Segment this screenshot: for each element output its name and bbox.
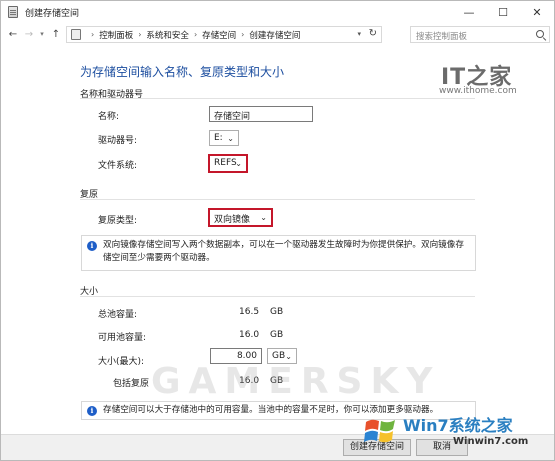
up-arrow-icon[interactable]: ↑ <box>49 26 63 42</box>
breadcrumb-item-system-security[interactable]: 系统和安全 <box>146 29 189 41</box>
title-bar: 创建存储空间 — ☐ ✕ <box>1 1 554 23</box>
available-pool-capacity-label: 可用池容量: <box>98 333 147 343</box>
resiliency-type-select[interactable]: 双向镜像 ⌄ <box>208 208 273 227</box>
win7-brand-text: Win7系统之家 <box>403 416 513 435</box>
window-title: 创建存储空间 <box>25 9 80 19</box>
window: 创建存储空间 — ☐ ✕ ← → ▾ ↑ › 控制面板 › 系统和安全 › 存储… <box>0 0 555 461</box>
refresh-icon[interactable]: ↻ <box>369 28 377 39</box>
forward-arrow-icon[interactable]: → <box>22 26 36 42</box>
breadcrumb-chevron-icon[interactable]: › <box>138 30 141 39</box>
gamersky-watermark: GAMERSKY <box>151 361 441 402</box>
page-title: 为存储空间输入名称、复原类型和大小 <box>80 65 285 79</box>
chevron-down-icon: ⌄ <box>235 159 242 168</box>
total-pool-capacity-label: 总池容量: <box>98 310 138 320</box>
recent-locations-chevron-icon[interactable]: ▾ <box>37 26 47 42</box>
breadcrumb: › 控制面板 › 系统和安全 › 存储空间 › 创建存储空间 <box>86 29 300 41</box>
drive-letter-label: 驱动器号: <box>98 136 138 146</box>
file-system-label: 文件系统: <box>98 161 138 171</box>
available-pool-capacity-unit: GB <box>270 330 284 340</box>
chevron-down-icon: ⌄ <box>227 134 234 143</box>
maximize-button[interactable]: ☐ <box>486 1 520 23</box>
ithome-url: www.ithome.com <box>439 86 517 96</box>
breadcrumb-item-storage-spaces[interactable]: 存储空间 <box>202 29 236 41</box>
search-input[interactable]: 搜索控制面板 <box>410 26 550 43</box>
total-pool-capacity-value: 16.5 <box>239 307 260 317</box>
address-bar[interactable]: › 控制面板 › 系统和安全 › 存储空间 › 创建存储空间 ▾ ↻ <box>66 26 382 43</box>
drive-letter-select[interactable]: E: ⌄ <box>209 130 239 146</box>
storage-app-icon <box>8 6 18 18</box>
breadcrumb-chevron-icon[interactable]: › <box>241 30 244 39</box>
name-field[interactable]: 存储空间 <box>209 106 313 122</box>
control-panel-icon <box>71 29 81 40</box>
search-placeholder: 搜索控制面板 <box>416 32 468 42</box>
drive-letter-value: E: <box>214 133 223 143</box>
search-icon[interactable] <box>536 30 544 38</box>
windows-flag-icon <box>364 419 395 443</box>
resiliency-type-label: 复原类型: <box>98 216 138 226</box>
back-arrow-icon[interactable]: ← <box>6 26 20 42</box>
win7-site-text: Winwin7.com <box>453 436 529 447</box>
max-size-label: 大小(最大): <box>98 357 145 367</box>
divider <box>80 199 475 200</box>
info-icon: i <box>87 406 97 416</box>
total-pool-capacity-unit: GB <box>270 307 284 317</box>
breadcrumb-chevron-icon: › <box>91 30 95 39</box>
available-pool-capacity-value: 16.0 <box>239 330 260 340</box>
size-unit-value: GB <box>272 351 286 361</box>
resiliency-type-value: 双向镜像 <box>214 215 251 225</box>
win7-watermark: Win7系统之家 Winwin7.com <box>363 406 553 458</box>
divider <box>80 296 475 297</box>
resiliency-info-box: i 双向镜像存储空间写入两个数据副本，可以在一个驱动器发生故障时为你提供保护。双… <box>81 235 476 271</box>
breadcrumb-item-control-panel[interactable]: 控制面板 <box>99 29 133 41</box>
resiliency-info-text: 双向镜像存储空间写入两个数据副本，可以在一个驱动器发生故障时为你提供保护。双向镜… <box>103 240 464 263</box>
name-label: 名称: <box>98 112 120 122</box>
breadcrumb-item-create-space[interactable]: 创建存储空间 <box>249 29 300 41</box>
breadcrumb-chevron-icon[interactable]: › <box>194 30 197 39</box>
navigation-bar: ← → ▾ ↑ › 控制面板 › 系统和安全 › 存储空间 › 创建存储空间 ▾… <box>1 23 554 45</box>
file-system-value: REFS <box>214 158 237 168</box>
info-icon: i <box>87 241 97 251</box>
divider <box>80 98 475 99</box>
including-resiliency-label: 包括复原 <box>113 379 150 389</box>
chevron-down-icon: ⌄ <box>260 213 267 222</box>
minimize-button[interactable]: — <box>452 1 486 23</box>
file-system-select[interactable]: REFS ⌄ <box>208 154 248 173</box>
chevron-down-icon: ⌄ <box>285 352 292 361</box>
close-button[interactable]: ✕ <box>520 1 554 23</box>
address-dropdown-chevron-icon[interactable]: ▾ <box>357 30 361 38</box>
